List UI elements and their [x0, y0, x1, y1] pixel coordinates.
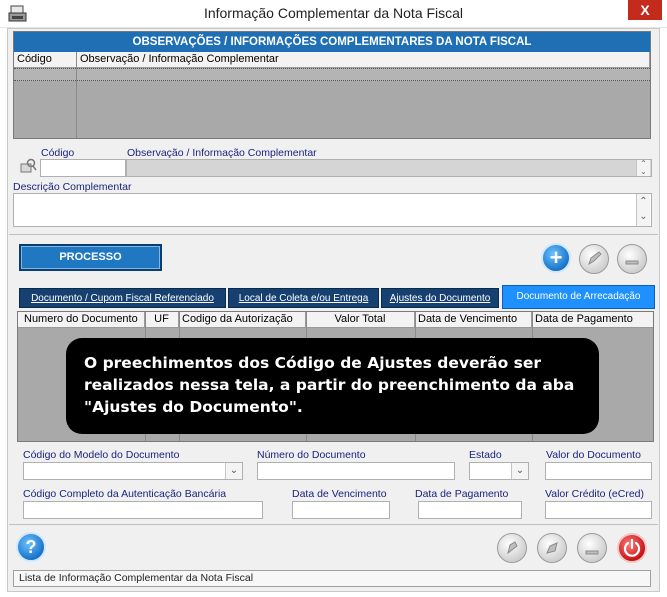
column-header-pagamento[interactable]: Data de Pagamento	[532, 312, 653, 328]
disabled-icon	[546, 542, 558, 554]
pagamento-input[interactable]	[418, 501, 522, 519]
codigo-label: Código	[41, 147, 75, 159]
column-header-numero[interactable]: Numero do Documento	[18, 312, 145, 328]
disabled-icon	[507, 541, 518, 555]
tab-documento-arrecadacao[interactable]: Documento de Arrecadação	[502, 285, 655, 309]
delete-button[interactable]	[617, 244, 647, 274]
numero-input[interactable]	[257, 462, 455, 480]
valor-input[interactable]	[545, 462, 652, 480]
toolbar-button-1[interactable]	[497, 533, 527, 563]
annotation-callout: O preechimentos dos Código de Ajustes de…	[66, 338, 599, 434]
toolbar-button-2[interactable]	[537, 533, 567, 563]
credito-label: Valor Crédito (eCred)	[545, 488, 645, 500]
power-button[interactable]	[617, 533, 647, 563]
divider	[9, 524, 658, 525]
help-button[interactable]: ?	[16, 532, 46, 562]
lookup-icon[interactable]	[19, 158, 37, 174]
vencimento-input[interactable]	[292, 501, 390, 519]
modelo-label: Código do Modelo do Documento	[23, 449, 180, 461]
column-header-autorizacao[interactable]: Codigo da Autorização	[179, 312, 306, 328]
toolbar-button-3[interactable]	[577, 533, 607, 563]
column-header-uf[interactable]: UF	[145, 312, 179, 328]
power-icon	[623, 538, 641, 557]
column-divider	[76, 52, 77, 138]
processo-button[interactable]: PROCESSO	[19, 244, 162, 271]
column-header-valor-total[interactable]: Valor Total	[306, 312, 415, 328]
window-title: Informação Complementar da Nota Fiscal	[203, 5, 464, 21]
column-header-vencimento[interactable]: Data de Vencimento	[415, 312, 532, 328]
disabled-icon	[585, 550, 599, 555]
observacao-label: Observação / Informação Complementar	[127, 147, 317, 159]
descricao-scroll[interactable]: ⌃ ⌄	[636, 194, 650, 226]
edit-button[interactable]	[579, 244, 609, 274]
observacao-scroll[interactable]: ⌃ ⌄	[636, 160, 650, 176]
valor-label: Valor do Documento	[546, 449, 641, 461]
observations-grid-header: OBSERVAÇÕES / INFORMAÇÕES COMPLEMENTARES…	[14, 32, 650, 52]
credito-input[interactable]	[545, 501, 652, 519]
tab-local-coleta[interactable]: Local de Coleta e/ou Entrega	[228, 288, 379, 308]
chevron-down-icon[interactable]: ⌄	[225, 463, 242, 479]
vencimento-label: Data de Vencimento	[292, 488, 387, 500]
close-button[interactable]: X	[628, 0, 662, 20]
divider	[9, 234, 658, 235]
add-button[interactable]: +	[541, 243, 571, 273]
title-bar: Informação Complementar da Nota Fiscal X	[0, 0, 667, 28]
numero-label: Número do Documento	[257, 449, 366, 461]
pagamento-label: Data de Pagamento	[415, 488, 509, 500]
chevron-down-icon[interactable]: ⌄	[511, 463, 528, 479]
observacao-input[interactable]	[126, 159, 652, 177]
tab-documento-cupom[interactable]: Documento / Cupom Fiscal Referenciado	[19, 288, 226, 308]
descricao-label: Descrição Complementar	[13, 181, 132, 193]
descricao-textarea[interactable]	[13, 193, 652, 227]
observations-grid[interactable]: OBSERVAÇÕES / INFORMAÇÕES COMPLEMENTARES…	[13, 31, 651, 139]
column-header-codigo[interactable]: Código	[14, 52, 77, 68]
autenticacao-label: Código Completo da Autenticação Bancária	[23, 488, 227, 500]
modelo-select[interactable]: ⌄	[23, 462, 243, 480]
tab-ajustes-documento[interactable]: Ajustes do Documento	[381, 288, 499, 308]
status-bar: Lista de Informação Complementar da Nota…	[13, 570, 651, 587]
codigo-input[interactable]	[40, 159, 126, 177]
autenticacao-input[interactable]	[23, 501, 263, 519]
edit-icon	[588, 251, 602, 266]
estado-label: Estado	[469, 449, 502, 461]
column-header-observacao[interactable]: Observação / Informação Complementar	[77, 52, 650, 68]
delete-icon	[625, 260, 639, 265]
estado-select[interactable]: ⌄	[469, 462, 529, 480]
table-row[interactable]	[14, 68, 650, 81]
